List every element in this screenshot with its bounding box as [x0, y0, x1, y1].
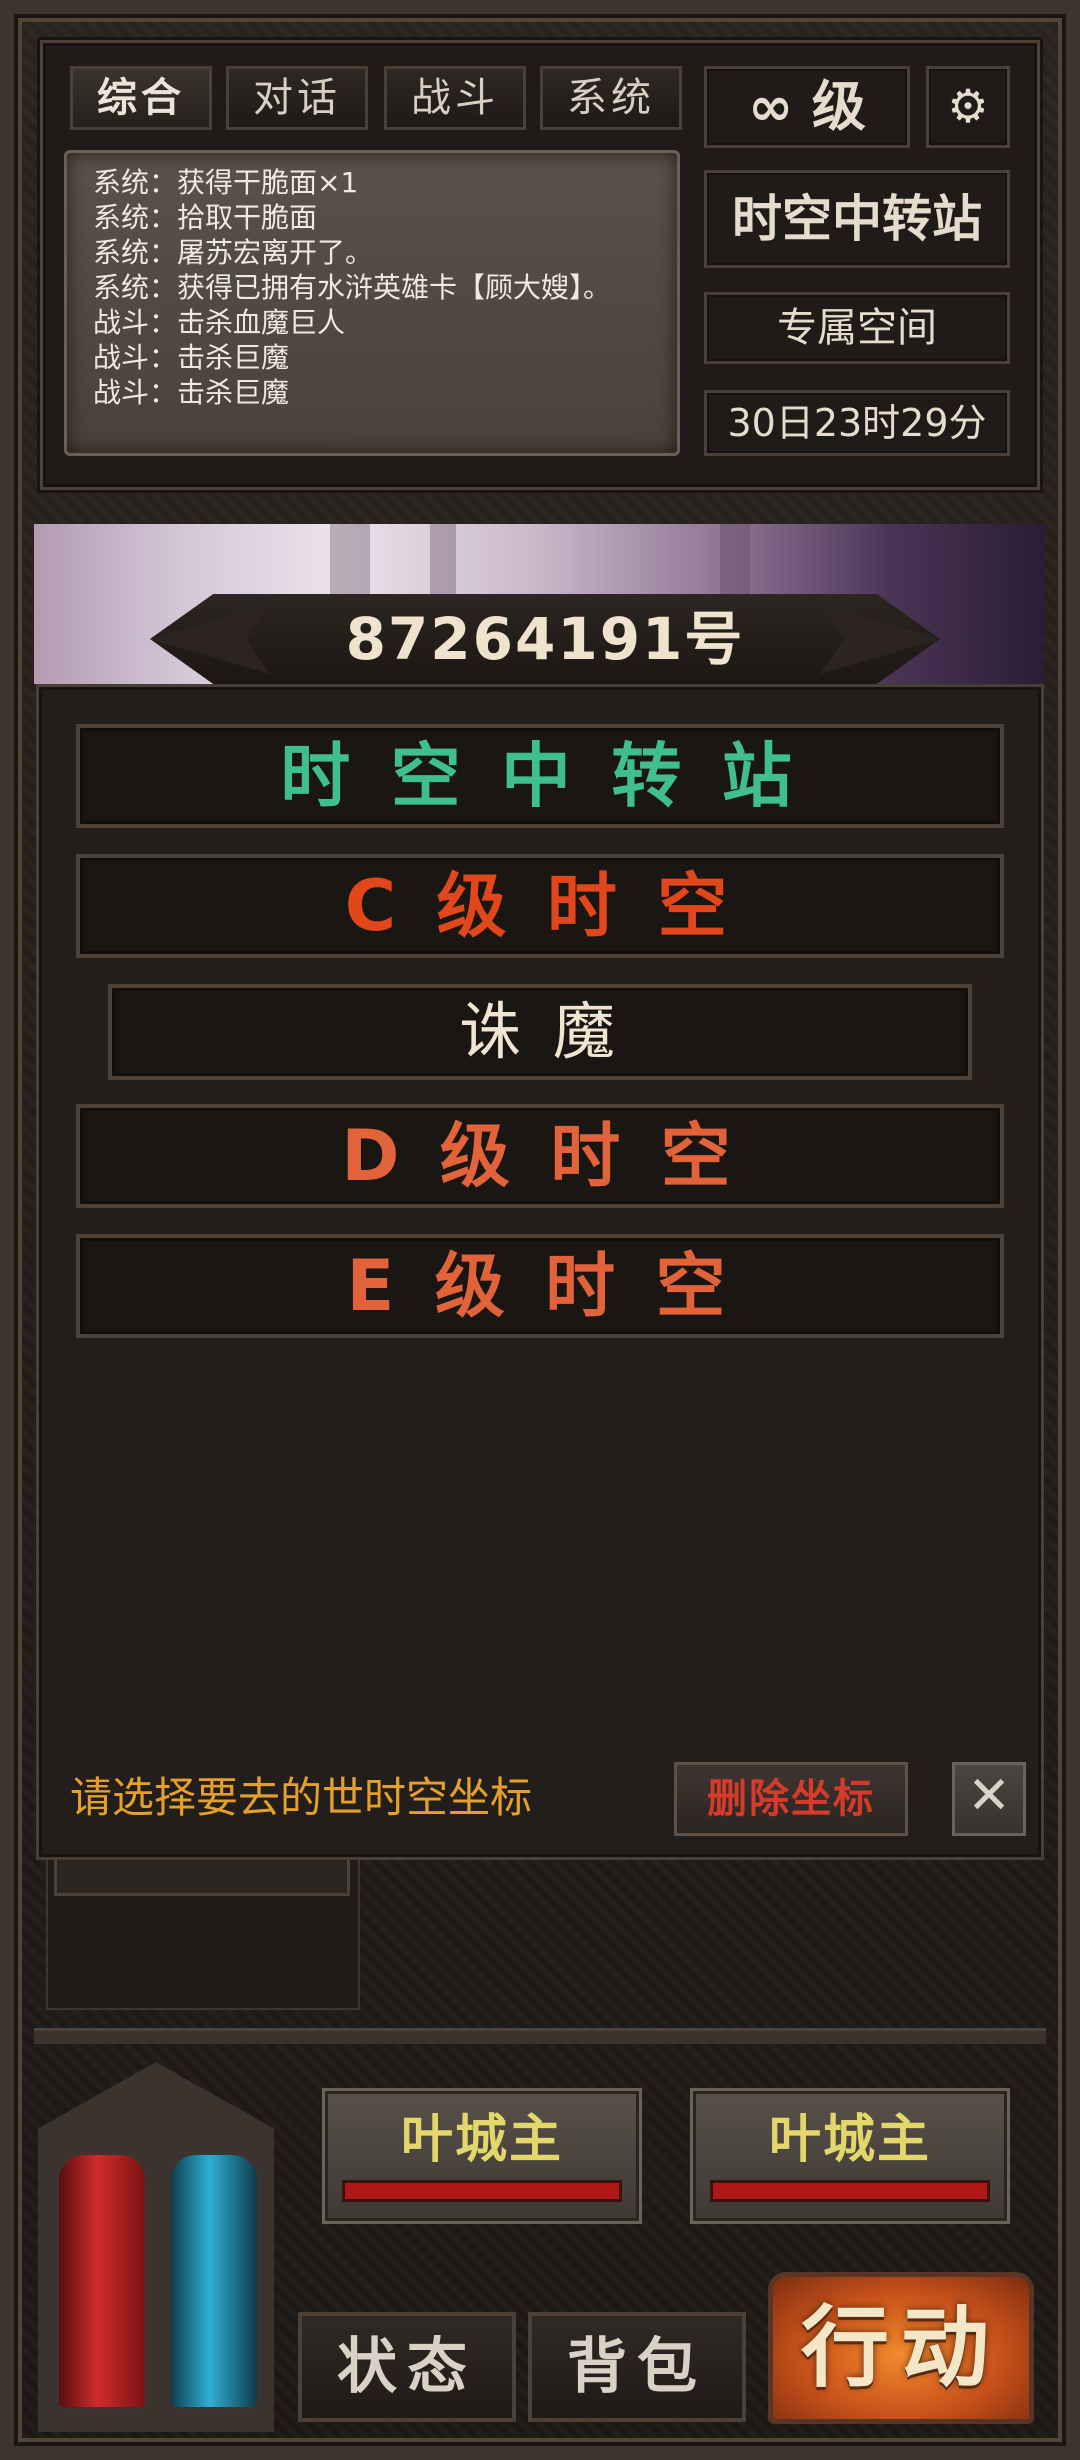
scene-pillar: [330, 524, 370, 594]
log-line: 系统：获得已拥有水浒英雄卡【顾大嫂】。: [93, 271, 612, 304]
gear-icon: ⚙: [947, 79, 989, 133]
destination-prompt: 请选择要去的世时空坐标: [70, 1773, 533, 1822]
log-line: 战斗：击杀巨魔: [93, 341, 290, 374]
bag-button[interactable]: 背包: [528, 2312, 746, 2422]
mana-vial: [166, 2150, 262, 2412]
option-label: C 级 时 空: [344, 865, 736, 947]
log-line: 系统：拾取干脆面: [93, 201, 318, 234]
option-label: D 级 时 空: [341, 1115, 739, 1197]
delete-coordinate-button[interactable]: 删除坐标: [674, 1762, 908, 1836]
target-name-2: 叶城主: [768, 2110, 931, 2170]
log-line: 战斗：击杀巨魔: [93, 376, 290, 409]
option-label: 诛 魔: [459, 995, 621, 1068]
settings-button[interactable]: ⚙: [926, 66, 1010, 148]
tab-dialogue[interactable]: 对话: [226, 66, 368, 130]
banner-title: 87264191号: [345, 605, 745, 673]
scene-pillar: [720, 524, 750, 594]
tab-system[interactable]: 系统: [540, 66, 682, 130]
close-icon: ✕: [967, 1766, 1011, 1826]
status-button[interactable]: 状态: [298, 2312, 516, 2422]
target-hp-bar-2: [710, 2180, 990, 2202]
level-badge: ∞ 级: [704, 66, 910, 148]
target-name-1: 叶城主: [400, 2110, 563, 2170]
timer-display: 30日23时29分: [704, 390, 1010, 456]
action-button[interactable]: 行动: [768, 2272, 1034, 2424]
close-button[interactable]: ✕: [952, 1762, 1026, 1836]
option-label: 时 空 中 转 站: [280, 735, 800, 817]
tab-battle[interactable]: 战斗: [384, 66, 526, 130]
scene-pillar: [430, 524, 456, 594]
list-item-button[interactable]: [54, 1856, 350, 1896]
option-label: E 级 时 空: [346, 1245, 734, 1327]
log-line: 系统：屠苏宏离开了。: [93, 236, 374, 269]
option-transit-station[interactable]: 时 空 中 转 站: [76, 724, 1004, 828]
location-title[interactable]: 时空中转站: [704, 170, 1010, 268]
option-d-level[interactable]: D 级 时 空: [76, 1104, 1004, 1208]
log-line: 系统：获得干脆面×1: [93, 166, 359, 199]
exclusive-space-button[interactable]: 专属空间: [704, 292, 1010, 364]
tab-all[interactable]: 综合: [70, 66, 212, 130]
option-zhumo[interactable]: 诛 魔: [108, 984, 972, 1080]
health-vial: [54, 2150, 150, 2412]
target-hp-bar-1: [342, 2180, 622, 2202]
option-e-level[interactable]: E 级 时 空: [76, 1234, 1004, 1338]
log-line: 战斗：击杀血魔巨人: [93, 306, 346, 339]
option-c-level[interactable]: C 级 时 空: [76, 854, 1004, 958]
hud-divider: [34, 2028, 1046, 2044]
chat-log[interactable]: 系统：获得干脆面×1 系统：拾取干脆面 系统：屠苏宏离开了。 系统：获得已拥有水…: [64, 150, 680, 456]
